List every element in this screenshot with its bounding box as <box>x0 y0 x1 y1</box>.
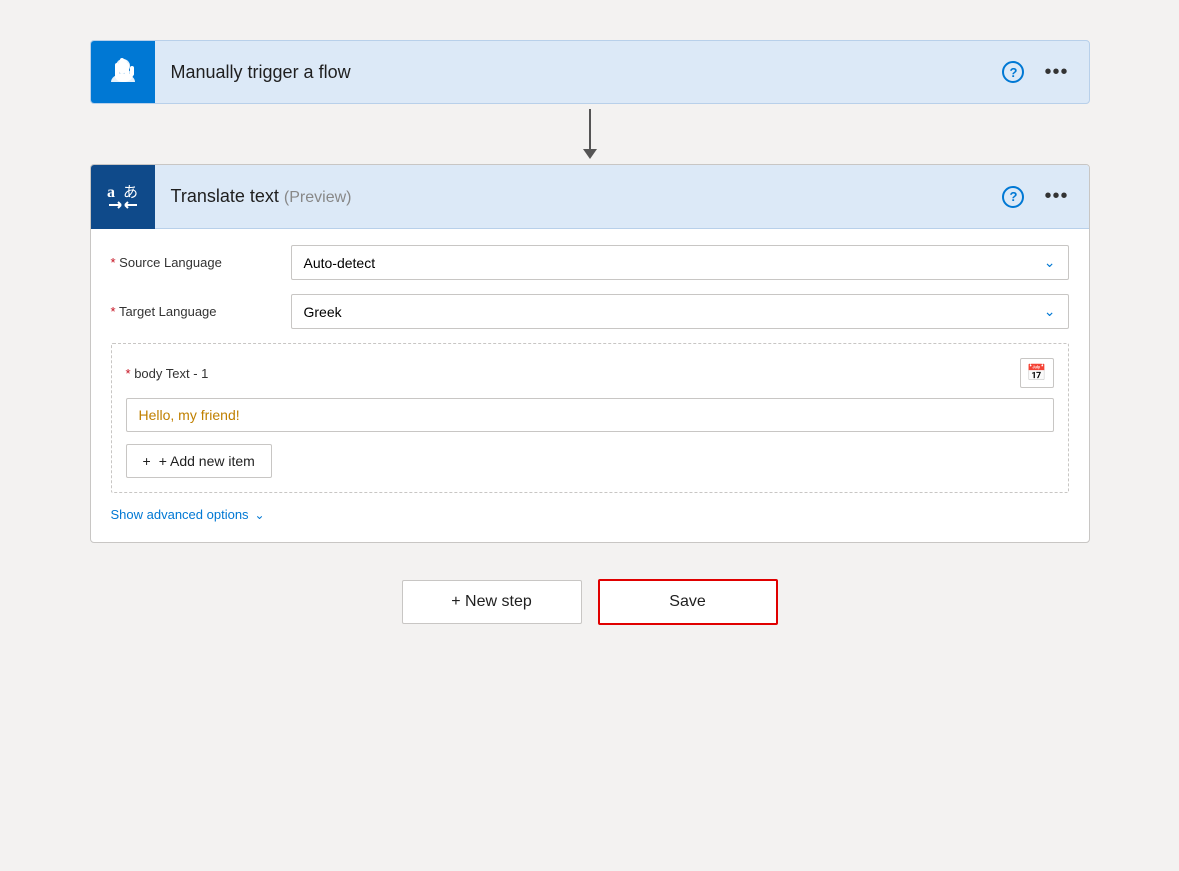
show-advanced-chevron-icon: ⌄ <box>255 508 265 522</box>
body-text-label: * body Text - 1 <box>126 366 209 381</box>
source-language-label: * Source Language <box>111 255 291 270</box>
action-help-circle-icon: ? <box>1002 186 1024 208</box>
add-item-label: + Add new item <box>159 453 255 469</box>
source-language-row: * Source Language Auto-detect ⌄ <box>111 245 1069 280</box>
trigger-card: Manually trigger a flow ? ••• <box>90 40 1090 104</box>
show-advanced-label: Show advanced options <box>111 507 249 522</box>
target-language-dropdown[interactable]: Greek ⌄ <box>291 294 1069 329</box>
target-required-star: * <box>111 304 116 319</box>
plus-icon: + <box>143 453 151 469</box>
translate-action-icon: a あ <box>101 175 145 219</box>
target-language-value: Greek <box>304 304 342 320</box>
help-circle-icon: ? <box>1002 61 1024 83</box>
save-button[interactable]: Save <box>598 579 778 625</box>
trigger-actions: ? ••• <box>998 57 1088 88</box>
trigger-help-button[interactable]: ? <box>998 57 1028 87</box>
new-step-label: + New step <box>451 593 531 610</box>
svg-text:a: a <box>107 184 115 201</box>
show-advanced-options[interactable]: Show advanced options ⌄ <box>111 507 1069 522</box>
action-help-button[interactable]: ? <box>998 182 1028 212</box>
target-chevron-icon: ⌄ <box>1044 303 1056 320</box>
trigger-title: Manually trigger a flow <box>155 62 999 83</box>
source-language-dropdown[interactable]: Auto-detect ⌄ <box>291 245 1069 280</box>
bottom-actions: + New step Save <box>402 579 778 625</box>
arrow-head <box>583 149 597 159</box>
action-form: * Source Language Auto-detect ⌄ * Target… <box>91 229 1089 542</box>
more-dots-icon: ••• <box>1044 61 1068 84</box>
trigger-more-button[interactable]: ••• <box>1040 57 1072 88</box>
action-card: a あ Translate text (Preview) ? ••• <box>90 164 1090 543</box>
body-text-label-text: body Text - 1 <box>134 366 208 381</box>
action-card-actions: ? ••• <box>998 181 1088 212</box>
body-text-input[interactable] <box>126 398 1054 432</box>
calendar-icon-button[interactable]: 📅 <box>1020 358 1054 388</box>
source-language-value: Auto-detect <box>304 255 376 271</box>
source-required-star: * <box>111 255 116 270</box>
svg-text:あ: あ <box>123 184 138 201</box>
action-card-header: a あ Translate text (Preview) ? ••• <box>91 165 1089 229</box>
target-language-row: * Target Language Greek ⌄ <box>111 294 1069 329</box>
source-chevron-icon: ⌄ <box>1044 254 1056 271</box>
action-title-text: Translate text <box>171 186 279 206</box>
calendar-icon: 📅 <box>1027 363 1047 383</box>
touch-icon <box>105 54 141 90</box>
arrow-line <box>589 109 591 149</box>
flow-canvas: Manually trigger a flow ? ••• a <box>90 40 1090 625</box>
body-text-header: * body Text - 1 📅 <box>126 358 1054 388</box>
flow-connector <box>583 104 597 164</box>
body-required-star: * <box>126 366 131 381</box>
add-new-item-button[interactable]: + + Add new item <box>126 444 272 478</box>
action-more-button[interactable]: ••• <box>1040 181 1072 212</box>
new-step-button[interactable]: + New step <box>402 580 582 624</box>
action-title: Translate text (Preview) <box>155 186 999 207</box>
save-label: Save <box>669 593 705 610</box>
target-language-label: * Target Language <box>111 304 291 319</box>
body-text-section: * body Text - 1 📅 + + Add new item <box>111 343 1069 493</box>
action-more-dots-icon: ••• <box>1044 185 1068 208</box>
preview-badge: (Preview) <box>284 189 352 206</box>
trigger-icon-container <box>91 40 155 104</box>
translate-icon-container: a あ <box>91 165 155 229</box>
